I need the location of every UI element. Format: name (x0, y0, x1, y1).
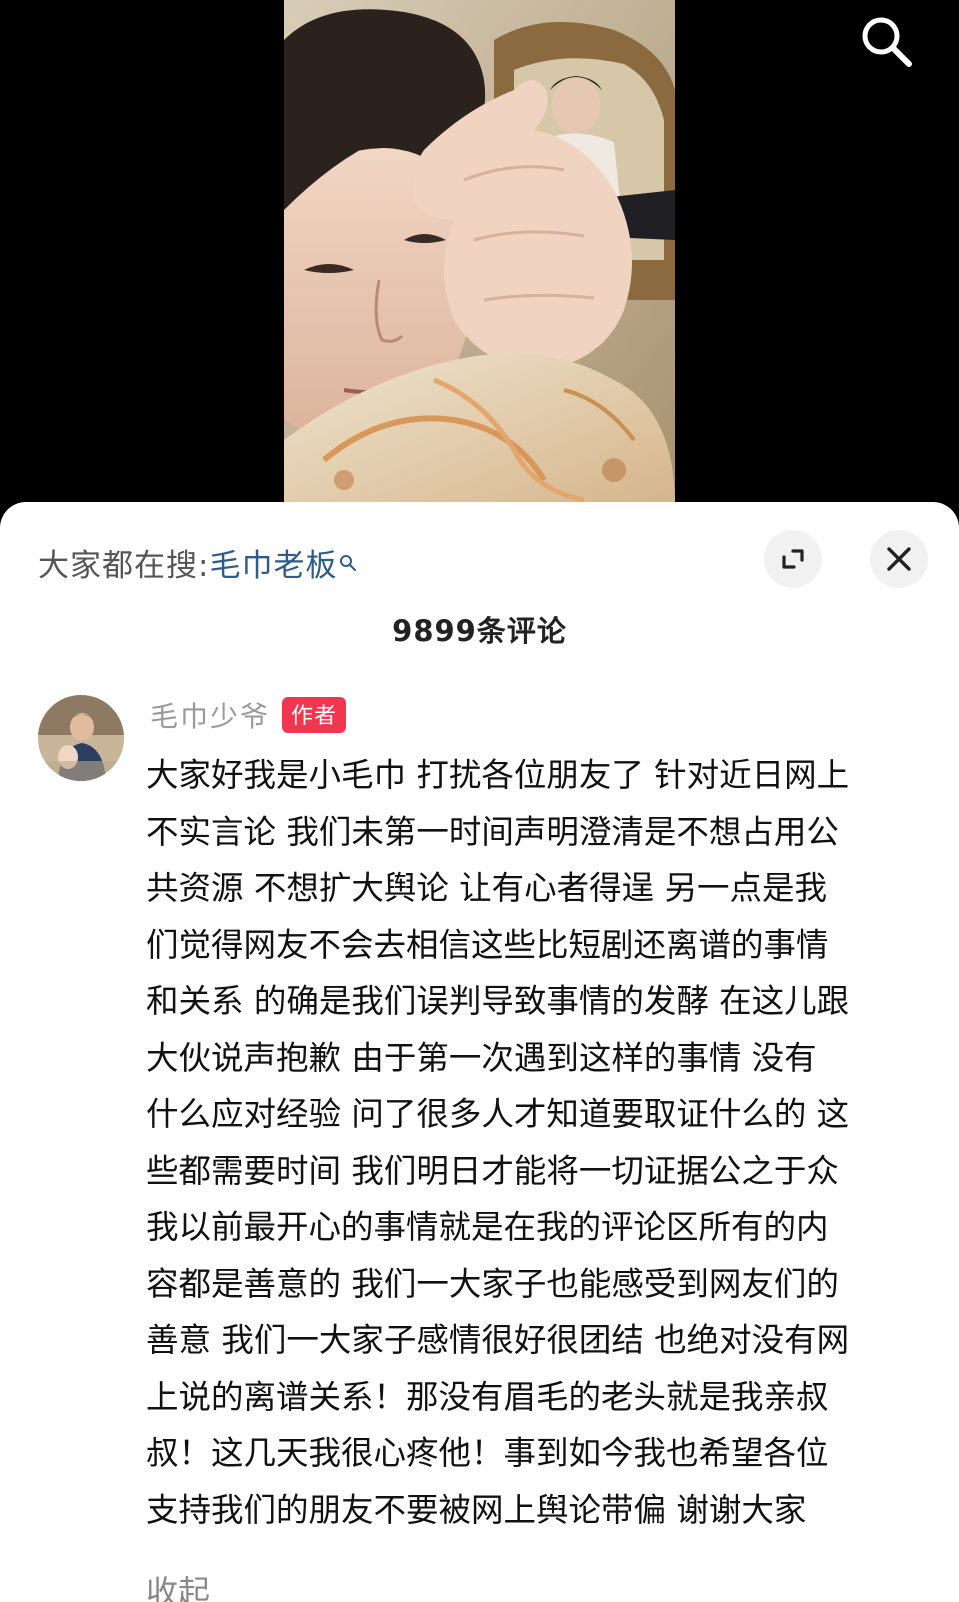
suggested-search-prefix: 大家都在搜: (38, 548, 210, 584)
author-name[interactable]: 毛巾少爷 (150, 700, 270, 733)
comment-line: 上说的离谱关系！那没有眉毛的老头就是我亲叔 (146, 1377, 829, 1416)
video-player[interactable] (0, 0, 959, 520)
author-row: 毛巾少爷 作者 (150, 695, 347, 735)
comment-line: 叔！这几天我很心疼他！事到如今我也希望各位 (146, 1434, 829, 1472)
video-frame[interactable] (284, 0, 675, 506)
expand-icon (782, 549, 804, 569)
avatar[interactable] (38, 695, 124, 781)
comment-line: 些都需要时间 我们明日才能将一切证据公之于众 (146, 1151, 839, 1190)
expand-button[interactable] (764, 530, 822, 588)
comment-text[interactable]: 大家好我是小毛巾 打扰各位朋友了 针对近日网上 不实言论 我们未第一时间声明澄清… (146, 747, 938, 1538)
collapse-link[interactable]: 收起 (146, 1567, 210, 1602)
suggested-search[interactable]: 大家都在搜:毛巾老板 (38, 540, 357, 585)
comment-line: 共资源 不想扩大舆论 让有心者得逞 另一点是我 (146, 869, 827, 907)
close-icon (887, 547, 911, 571)
comment-line: 我以前最开心的事情就是在我的评论区所有的内 (146, 1208, 829, 1246)
suggested-search-term[interactable]: 毛巾老板 (209, 548, 337, 584)
comment-line: 容都是善意的 我们一大家子也能感受到网友们的 (146, 1264, 839, 1303)
comment-line: 和关系 的确是我们误判导致事情的发酵 在这儿跟 (146, 982, 850, 1020)
search-icon[interactable] (855, 10, 919, 74)
comment-line: 支持我们的朋友不要被网上舆论带偏 谢谢大家 (146, 1490, 807, 1529)
comment-line: 不实言论 我们未第一时间声明澄清是不想占用公 (146, 812, 839, 851)
author-badge: 作者 (282, 697, 347, 733)
search-small-icon (339, 544, 357, 580)
comments-sheet: 大家都在搜:毛巾老板 9899条评论 毛巾少爷 作者 大家好我是小毛巾 打扰各位… (0, 502, 959, 1602)
comment-line: 什么应对经验 问了很多人才知道要取证什么的 这 (146, 1095, 850, 1133)
video-thumbnail (284, 0, 675, 506)
comment-line: 大家好我是小毛巾 打扰各位朋友了 针对近日网上 (146, 756, 850, 794)
comment-line: 们觉得网友不会去相信这些比短剧还离谱的事情 (146, 925, 829, 964)
close-button[interactable] (870, 530, 928, 588)
comment-count: 9899条评论 (392, 614, 567, 648)
comment-line: 大伙说声抱歉 由于第一次遇到这样的事情 没有 (146, 1038, 817, 1077)
app-screen: 大家都在搜:毛巾老板 9899条评论 毛巾少爷 作者 大家好我是小毛巾 打扰各位… (0, 0, 959, 1602)
comment-line: 善意 我们一大家子感情很好很团结 也绝对没有网 (146, 1321, 850, 1359)
